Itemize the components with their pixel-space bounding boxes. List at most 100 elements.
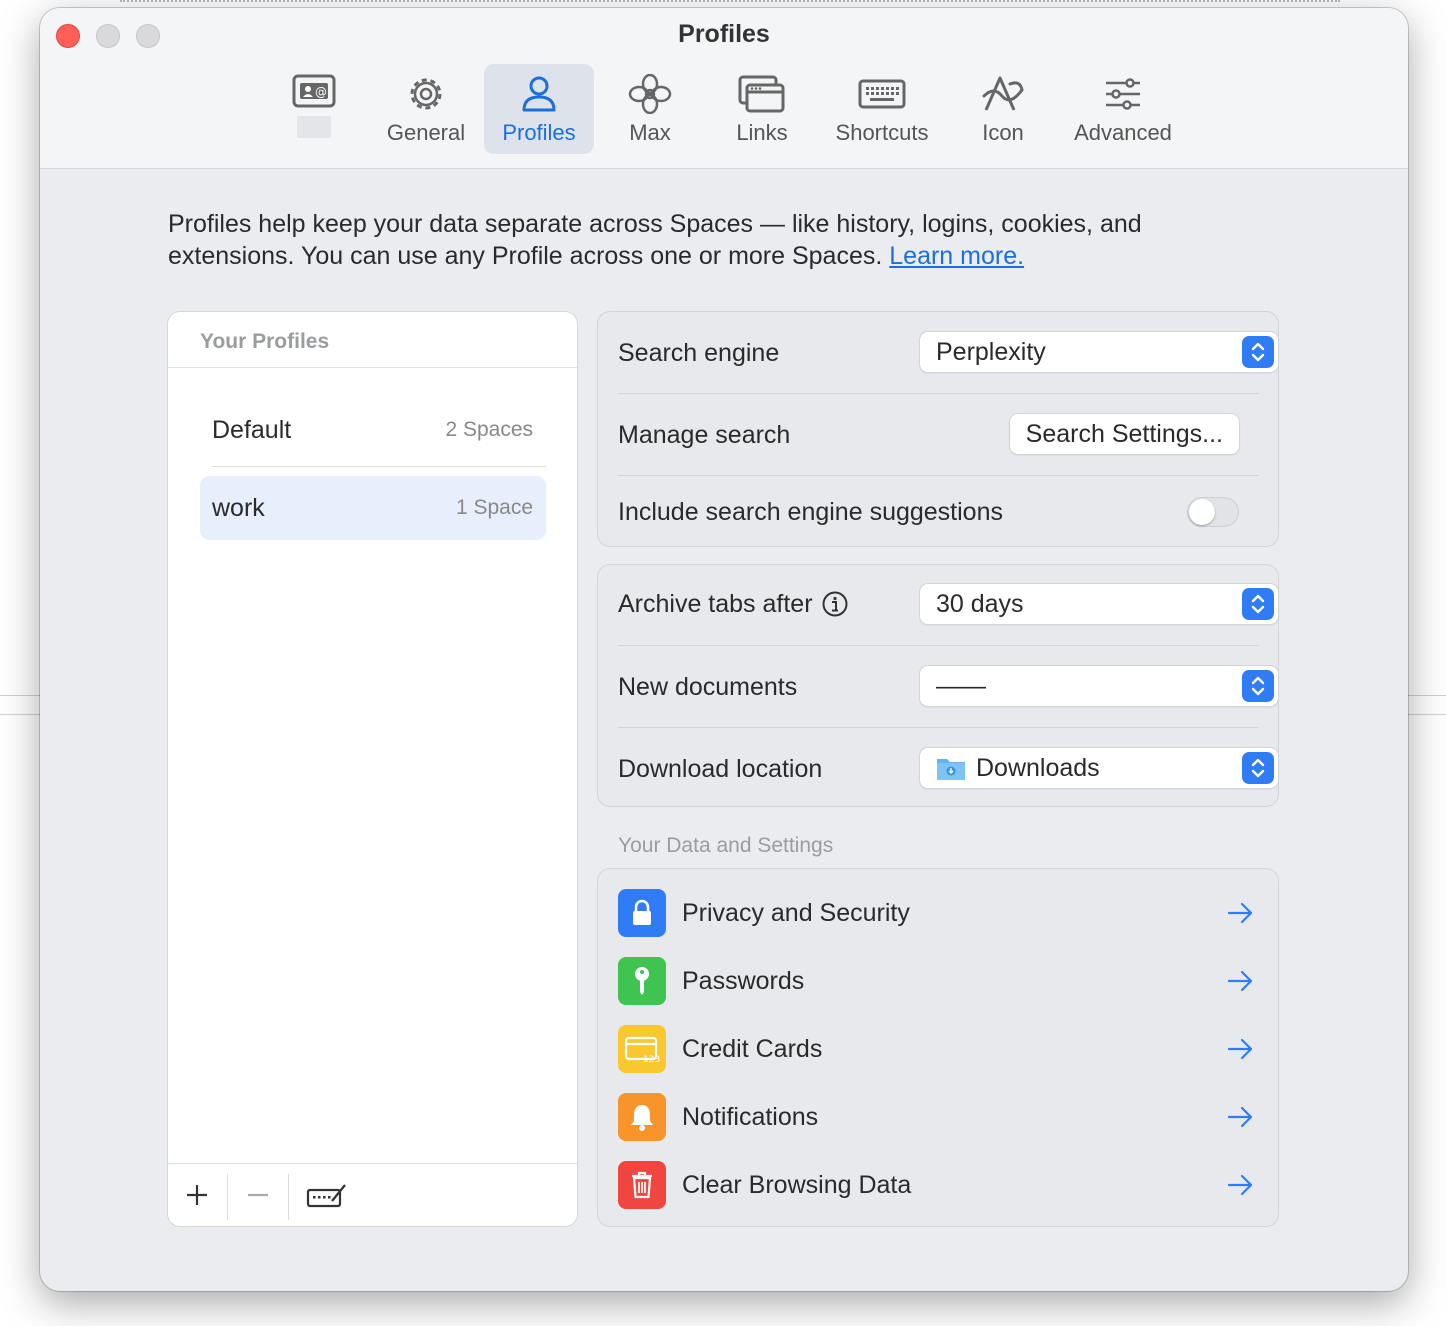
arrow-right-icon (1227, 902, 1253, 924)
row-label: Credit Cards (682, 1034, 823, 1063)
svg-text:123: 123 (643, 1055, 660, 1063)
arrow-right-icon (1227, 1174, 1253, 1196)
divider (212, 466, 546, 467)
select-value: Perplexity (936, 337, 1046, 366)
new-documents-row: New documents —— (618, 666, 1278, 708)
settings-window: Profiles @ General Profiles Max Links Sh… (40, 8, 1408, 1291)
download-location-select[interactable]: Downloads (920, 748, 1278, 788)
profiles-header: Your Profiles (200, 330, 330, 353)
chevron-updown-icon (1242, 336, 1274, 368)
divider (618, 475, 1259, 476)
info-icon[interactable] (821, 590, 849, 618)
tab-account[interactable]: @ (280, 64, 348, 154)
person-icon (522, 76, 556, 112)
new-documents-label: New documents (618, 672, 798, 701)
divider (618, 645, 1259, 646)
tab-label: Max (629, 120, 671, 145)
manage-search-label: Manage search (618, 420, 791, 449)
remove-profile-button[interactable] (228, 1167, 288, 1223)
data-section-header: Your Data and Settings (618, 834, 834, 857)
add-profile-button[interactable] (168, 1167, 226, 1223)
tabs-settings-card: Archive tabs after 30 days New documents… (598, 565, 1278, 806)
keyboard-edit-icon (306, 1184, 346, 1208)
chevron-updown-icon (1242, 588, 1274, 620)
manage-search-row: Manage search Search Settings... (618, 414, 1259, 456)
toolbar: Profiles @ General Profiles Max Links Sh… (40, 8, 1408, 169)
profiles-list-panel: Your Profiles Default 2 Spaces work 1 Sp… (168, 312, 577, 1226)
trash-icon (618, 1161, 666, 1209)
learn-more-link[interactable]: Learn more. (889, 242, 1024, 270)
tab-shortcuts[interactable]: Shortcuts (824, 64, 940, 154)
row-label: Passwords (682, 966, 805, 995)
lock-icon (618, 889, 666, 937)
divider (618, 727, 1259, 728)
archive-row: Archive tabs after 30 days (618, 583, 1278, 625)
archive-select[interactable]: 30 days (920, 584, 1278, 624)
search-engine-label: Search engine (618, 338, 780, 367)
gear-icon (410, 78, 442, 110)
notifications-row[interactable]: Notifications (618, 1093, 1259, 1141)
tab-label: Links (736, 120, 788, 145)
svg-text:@: @ (315, 85, 327, 99)
tab-general[interactable]: General (376, 64, 476, 154)
contact-card-icon: @ (292, 74, 336, 108)
intro-text: Profiles help keep your data separate ac… (168, 208, 1258, 272)
passwords-row[interactable]: Passwords (618, 957, 1259, 1005)
divider (168, 367, 577, 368)
divider (618, 393, 1259, 394)
windows-icon (738, 75, 785, 113)
tab-icon[interactable]: Icon (960, 64, 1046, 154)
profile-name: work (212, 493, 265, 522)
minus-icon (248, 1193, 268, 1197)
tab-max[interactable]: Max (608, 64, 692, 154)
tab-links[interactable]: Links (720, 64, 804, 154)
arc-logo-icon (982, 76, 1024, 111)
suggestions-label: Include search engine suggestions (618, 497, 1003, 526)
profile-row-work[interactable]: work 1 Space (200, 476, 546, 540)
suggestions-row: Include search engine suggestions (618, 494, 1259, 530)
tab-label: Shortcuts (835, 120, 929, 145)
select-value: Downloads (936, 754, 1100, 783)
select-value: 30 days (936, 589, 1024, 618)
suggestions-toggle[interactable] (1187, 497, 1239, 527)
search-settings-button[interactable]: Search Settings... (1009, 414, 1239, 454)
credit-card-icon: 123 (618, 1025, 666, 1073)
tab-label: Icon (982, 120, 1024, 145)
search-engine-row: Search engine Perplexity (618, 332, 1278, 374)
archive-label-text: Archive tabs after (618, 589, 813, 618)
folder-icon (937, 759, 965, 780)
tab-advanced[interactable]: Advanced (1066, 64, 1180, 154)
profile-row-default[interactable]: Default 2 Spaces (200, 398, 546, 462)
chevron-updown-icon (1242, 670, 1274, 702)
flower-icon (628, 74, 672, 114)
tab-profiles[interactable]: Profiles (484, 64, 594, 154)
keyboard-icon (858, 79, 906, 109)
search-settings-card: Search engine Perplexity Manage search S… (598, 312, 1278, 546)
download-location-label: Download location (618, 754, 823, 783)
toggle-knob (1189, 499, 1215, 525)
plus-icon (187, 1185, 207, 1205)
divider (288, 1174, 289, 1220)
tab-label: Advanced (1074, 120, 1172, 145)
new-documents-select[interactable]: —— (920, 666, 1278, 706)
data-settings-card: Privacy and Security Passwords 123 Credi… (598, 869, 1278, 1226)
profile-space-count: 1 Space (455, 496, 533, 519)
search-engine-select[interactable]: Perplexity (920, 332, 1278, 372)
key-icon (618, 957, 666, 1005)
row-label: Notifications (682, 1102, 819, 1131)
privacy-security-row[interactable]: Privacy and Security (618, 889, 1259, 937)
chevron-updown-icon (1242, 752, 1274, 784)
row-label: Clear Browsing Data (682, 1170, 912, 1199)
edit-profile-button[interactable] (296, 1167, 358, 1223)
credit-cards-row[interactable]: 123 Credit Cards (618, 1025, 1259, 1073)
divider (168, 1163, 577, 1164)
sliders-icon (1106, 78, 1140, 110)
download-location-value: Downloads (976, 753, 1100, 782)
window-title: Profiles (678, 20, 770, 48)
arrow-right-icon (1227, 1106, 1253, 1128)
profile-name: Default (212, 415, 292, 444)
clear-browsing-data-row[interactable]: Clear Browsing Data (618, 1161, 1259, 1209)
tab-label: Profiles (502, 120, 576, 145)
background-text (120, 0, 1340, 6)
profile-space-count: 2 Spaces (445, 418, 533, 441)
